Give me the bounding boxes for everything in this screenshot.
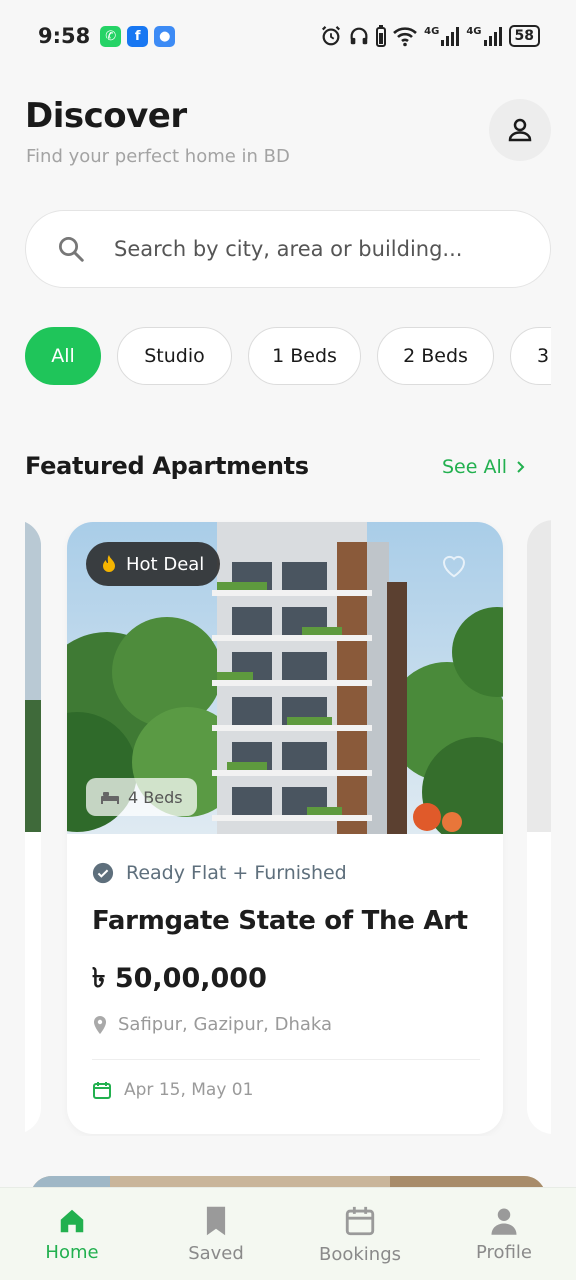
chip-studio[interactable]: Studio	[117, 327, 232, 385]
status-left: 9:58 ✆ f ●	[38, 24, 176, 48]
signal-bars-icon	[441, 27, 460, 46]
nav-home[interactable]: Home	[22, 1188, 122, 1280]
headphones-icon	[350, 27, 368, 45]
beds-label: 4 Beds	[128, 787, 183, 807]
apartment-location: Safipur, Gazipur, Dhaka	[92, 1014, 332, 1035]
card-divider	[92, 1059, 480, 1060]
battery-indicator: 58	[508, 25, 540, 47]
search-icon	[59, 237, 84, 262]
nav-profile-label: Profile	[476, 1242, 532, 1263]
status-right: 4G 4G 58	[320, 25, 540, 47]
search-bar[interactable]	[25, 210, 551, 288]
wifi-icon	[393, 27, 418, 47]
chip-all[interactable]: All	[25, 327, 101, 385]
nav-saved[interactable]: Saved	[166, 1188, 266, 1280]
filter-chips: All Studio 1 Beds 2 Beds 3	[25, 327, 551, 385]
page-subtitle: Find your perfect home in BD	[26, 146, 290, 167]
bed-icon	[101, 792, 119, 804]
nav-bookings[interactable]: Bookings	[305, 1188, 415, 1280]
hot-deal-label: Hot Deal	[126, 553, 205, 575]
chip-2-beds[interactable]: 2 Beds	[377, 327, 494, 385]
nav-profile[interactable]: Profile	[454, 1188, 554, 1280]
hot-deal-badge: Hot Deal	[86, 542, 221, 586]
signal-bars-icon	[483, 27, 502, 46]
previous-card[interactable]	[25, 520, 41, 1134]
signal-label-1: 4G	[424, 26, 440, 37]
user-icon	[491, 1208, 517, 1235]
location-label: Safipur, Gazipur, Dhaka	[118, 1014, 333, 1035]
whatsapp-icon: ✆	[100, 25, 122, 47]
beds-badge: 4 Beds	[86, 778, 197, 816]
nav-saved-label: Saved	[188, 1243, 244, 1264]
see-all-label: See All	[442, 456, 508, 478]
see-all-link[interactable]: See All	[442, 456, 527, 478]
messenger-icon: ●	[154, 25, 176, 47]
status-bar: 9:58 ✆ f ● 4G 4G 58	[0, 0, 576, 72]
nav-home-label: Home	[45, 1242, 99, 1263]
signal-label-2: 4G	[466, 26, 482, 37]
listing-status: Ready Flat + Furnished	[92, 862, 347, 884]
bookmark-icon	[206, 1206, 226, 1236]
location-pin-icon	[94, 1015, 106, 1034]
dates-label: Apr 15, May 01	[124, 1080, 254, 1100]
profile-button[interactable]	[489, 99, 551, 161]
next-card-peek[interactable]	[527, 520, 551, 1134]
featured-carousel[interactable]: Hot Deal 4 Beds Ready Flat + Furnished F…	[25, 520, 551, 1136]
facebook-icon: f	[127, 25, 149, 47]
heart-icon[interactable]	[439, 550, 469, 580]
availability-dates: Apr 15, May 01	[92, 1080, 253, 1100]
chip-1-beds[interactable]: 1 Beds	[248, 327, 361, 385]
home-icon	[60, 1209, 84, 1233]
calendar-icon	[345, 1206, 375, 1236]
status-time: 9:58	[38, 24, 91, 48]
signal-2: 4G	[466, 26, 502, 46]
apartment-title: Farmgate State of The Art	[92, 906, 468, 936]
next-card-image	[527, 520, 551, 832]
bottom-navigation: Home Saved Bookings Profile	[0, 1187, 576, 1280]
verified-check-icon	[92, 862, 114, 884]
alarm-icon	[322, 26, 341, 46]
nav-bookings-label: Bookings	[318, 1244, 401, 1265]
apartment-price: ৳ 50,00,000	[92, 963, 267, 994]
battery-small-icon	[376, 25, 387, 47]
signal-1: 4G	[424, 26, 460, 46]
chevron-right-icon	[517, 461, 525, 473]
calendar-icon	[93, 1082, 111, 1099]
page-title: Discover	[25, 96, 187, 136]
user-icon	[508, 118, 532, 142]
apartment-card[interactable]: Hot Deal 4 Beds Ready Flat + Furnished F…	[67, 522, 503, 1134]
search-input[interactable]	[114, 237, 524, 261]
flame-icon	[103, 555, 115, 572]
chip-3-beds[interactable]: 3	[510, 327, 551, 385]
section-title: Featured Apartments	[25, 452, 309, 480]
previous-card-image	[25, 520, 41, 832]
listing-status-label: Ready Flat + Furnished	[126, 862, 347, 884]
apartment-image: Hot Deal 4 Beds	[67, 522, 503, 834]
